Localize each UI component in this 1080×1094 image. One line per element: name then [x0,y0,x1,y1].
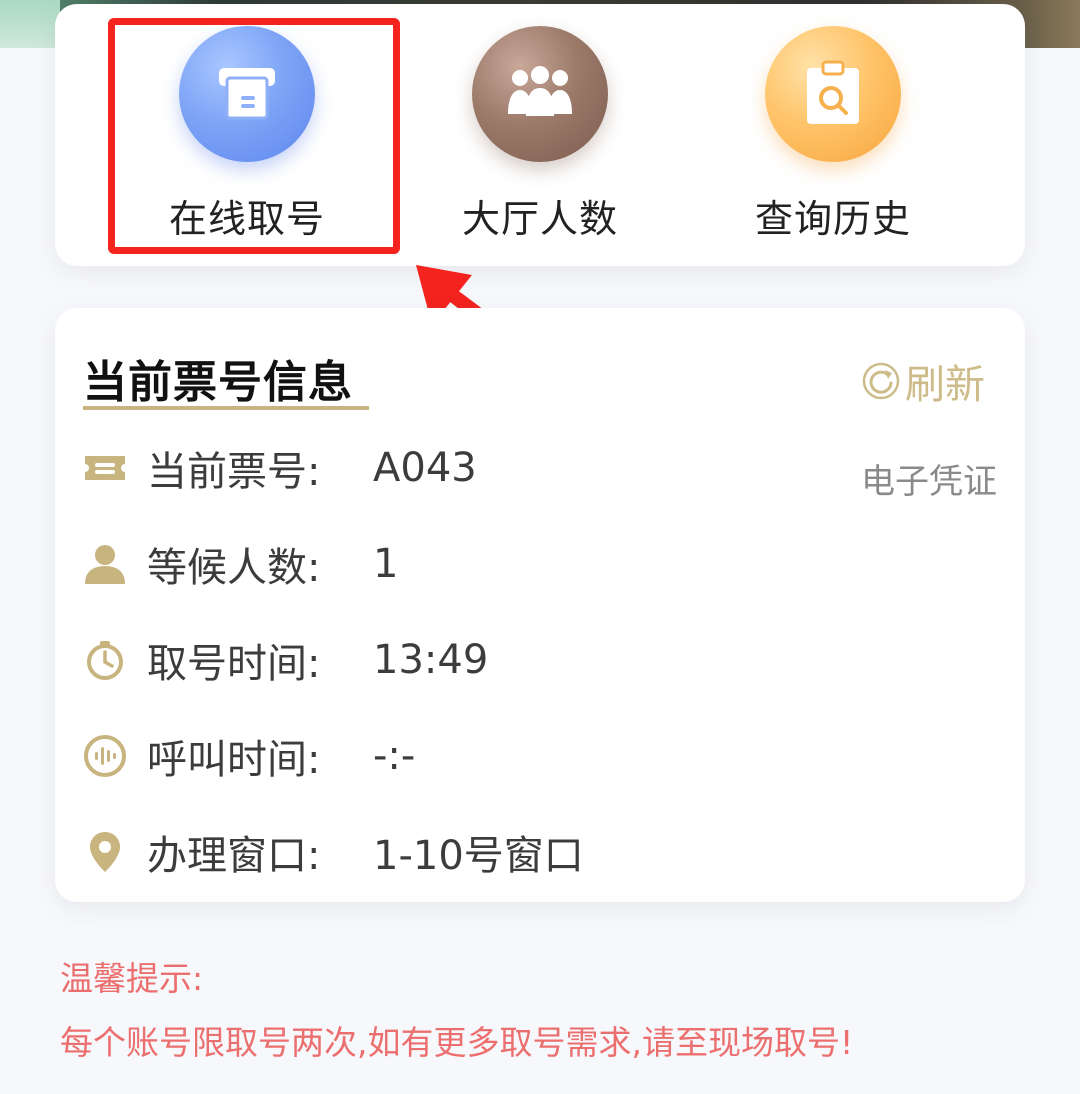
page: 在线取号 大厅人数 查询历史 当前票号信息 刷新 电子凭证 当前票号: A043… [0,0,1080,1094]
info-row-ticket-number: 当前票号: A043 [81,438,477,498]
info-key: 办理窗口: [147,833,321,879]
info-key: 等候人数: [147,545,321,591]
quick-action-label: 查询历史 [754,197,911,241]
clipboard-search-icon [765,26,901,162]
quick-action-query-history[interactable]: 查询历史 [683,4,983,266]
ticket-icon [81,444,129,492]
info-value: A043 [373,445,477,491]
info-value: 1-10号窗口 [373,833,584,879]
info-value: -:- [373,733,416,779]
quick-action-label: 大厅人数 [461,197,618,241]
info-row-call-time: 呼叫时间: -:- [81,726,415,786]
refresh-button[interactable]: 刷新 [861,352,985,410]
ticket-machine-icon [179,26,315,162]
info-row-waiting-count: 等候人数: 1 [81,534,398,594]
refresh-icon [862,362,900,400]
people-group-icon [472,26,608,162]
location-pin-icon [81,828,129,876]
quick-action-label: 在线取号 [168,197,325,241]
ticket-info-title: 当前票号信息 [83,357,353,408]
info-key: 呼叫时间: [147,737,321,783]
refresh-label: 刷新 [905,362,985,408]
tips-title: 温馨提示: [60,959,204,998]
title-underline [83,406,369,410]
info-row-service-window: 办理窗口: 1-10号窗口 [81,822,584,882]
quick-action-hall-count[interactable]: 大厅人数 [390,4,690,266]
ticket-info-card: 当前票号信息 刷新 电子凭证 当前票号: A043 等候人数: 1 取号时间: … [55,308,1025,902]
stopwatch-icon [81,636,129,684]
info-value: 13:49 [373,637,489,683]
info-row-ticket-time: 取号时间: 13:49 [81,630,488,690]
quick-action-online-ticket[interactable]: 在线取号 [97,4,397,266]
electronic-voucher-link[interactable]: 电子凭证 [861,454,997,503]
tips-text: 每个账号限取号两次,如有更多取号需求,请至现场取号! [60,1023,854,1062]
info-key: 当前票号: [147,449,321,495]
person-icon [81,540,129,588]
info-key: 取号时间: [147,641,321,687]
voice-call-icon [81,732,129,780]
quick-actions-card: 在线取号 大厅人数 查询历史 [55,4,1025,266]
info-value: 1 [373,541,399,587]
